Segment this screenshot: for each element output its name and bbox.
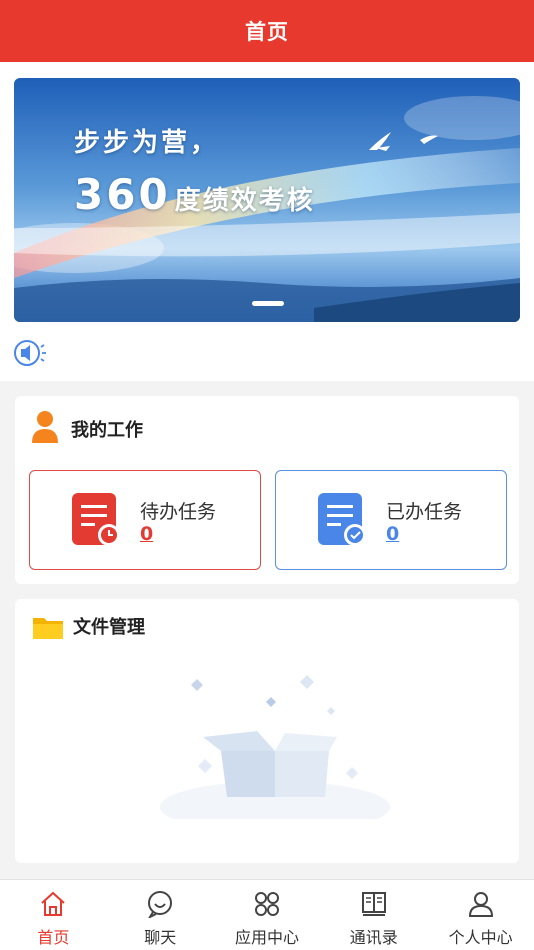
apps-icon <box>254 892 279 916</box>
pending-tasks-count[interactable]: 0 <box>140 523 153 545</box>
home-icon <box>41 891 66 916</box>
completed-tasks-button[interactable]: 已办任务 0 <box>275 470 507 570</box>
pending-tasks-label: 待办任务 <box>140 501 217 523</box>
page-title: 首页 <box>245 20 289 44</box>
completed-task-icon <box>318 493 366 546</box>
person-icon <box>32 411 58 443</box>
completed-tasks-label: 已办任务 <box>386 501 463 523</box>
bottom-tab-bar: 首页 聊天 应用中心 通讯录 个人中心 <box>0 879 534 950</box>
banner-carousel[interactable]: 步步为营， 360 度绩效考核 <box>14 78 520 322</box>
file-management-card: 文件管理 <box>15 599 519 863</box>
carousel-indicator[interactable] <box>252 301 284 306</box>
pending-tasks-button[interactable]: 待办任务 0 <box>29 470 261 570</box>
empty-box-icon <box>160 675 390 819</box>
user-icon <box>468 892 493 917</box>
banner-headline: 步步为营， <box>74 128 220 158</box>
tab-app-center[interactable]: 应用中心 <box>214 880 321 950</box>
tab-profile-label: 个人中心 <box>448 928 513 947</box>
tab-contacts[interactable]: 通讯录 <box>320 880 427 950</box>
page-header: 首页 <box>0 0 534 62</box>
banner-number: 360 <box>74 170 171 219</box>
tab-chat-label: 聊天 <box>144 928 177 947</box>
tab-home-label: 首页 <box>37 928 70 947</box>
pending-task-icon <box>72 493 120 546</box>
banner-subheadline: 360 度绩效考核 <box>74 170 315 219</box>
tab-app-center-label: 应用中心 <box>234 928 299 947</box>
folder-icon <box>33 618 63 639</box>
my-work-title: 我的工作 <box>71 420 143 441</box>
tab-contacts-label: 通讯录 <box>349 928 398 947</box>
completed-tasks-count[interactable]: 0 <box>386 523 399 545</box>
speaker-notice-icon[interactable] <box>12 338 48 368</box>
banner-subtext: 度绩效考核 <box>174 186 315 216</box>
tab-profile[interactable]: 个人中心 <box>427 880 534 950</box>
tab-home[interactable]: 首页 <box>0 880 107 950</box>
contacts-book-icon <box>361 892 386 916</box>
chat-icon <box>148 891 173 918</box>
tab-chat[interactable]: 聊天 <box>107 880 214 950</box>
my-work-card: 我的工作 待办任务 0 已办任务 0 <box>15 396 519 584</box>
file-management-title: 文件管理 <box>73 617 145 638</box>
